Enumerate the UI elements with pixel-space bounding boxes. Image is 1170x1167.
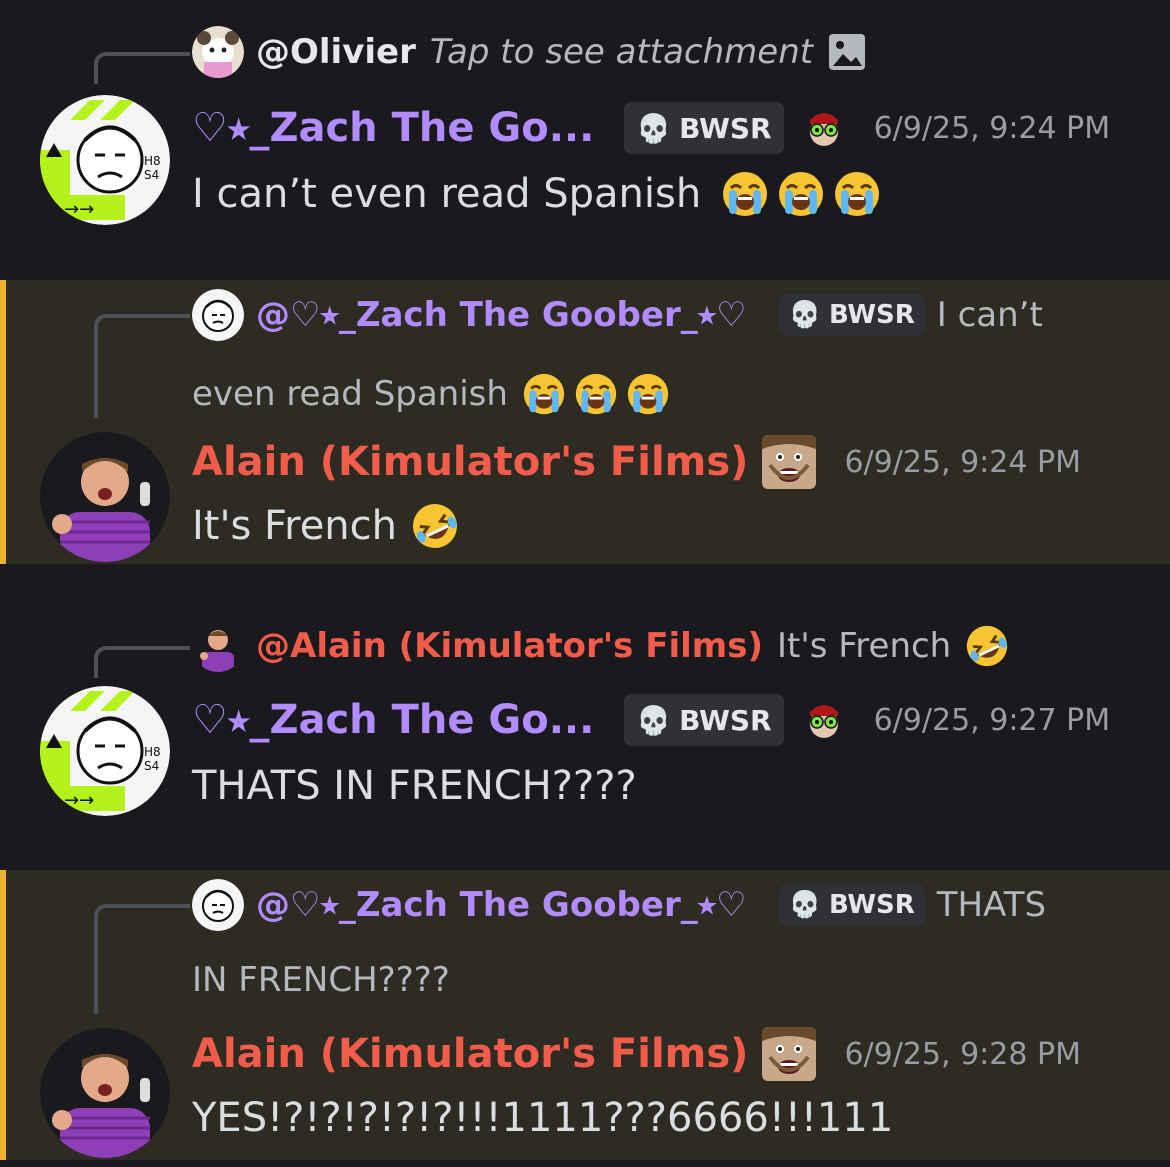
tag-label: BWSR bbox=[828, 300, 915, 330]
timestamp: 6/9/25, 9:27 PM bbox=[873, 702, 1111, 738]
server-tag[interactable]: 💀 BWSR bbox=[778, 884, 925, 926]
role-icon[interactable] bbox=[762, 435, 816, 489]
message-content: I can’t even read Spanish bbox=[192, 166, 881, 222]
zach-mini-avatar[interactable] bbox=[192, 289, 244, 341]
message-content: It's French bbox=[192, 498, 459, 554]
reply-connector bbox=[94, 314, 190, 418]
rofl-icon bbox=[965, 624, 1009, 668]
message-1[interactable]: @Olivier Tap to see attachment ♡⭒_Zach T… bbox=[0, 0, 1170, 280]
crying-emoji-group bbox=[713, 170, 881, 218]
message-text: I can’t even read Spanish bbox=[192, 171, 702, 217]
role-icon[interactable] bbox=[802, 698, 846, 742]
reply-connector bbox=[94, 52, 190, 84]
avatar[interactable] bbox=[40, 686, 170, 816]
reply-text[interactable]: THATS bbox=[937, 885, 1046, 925]
skull-icon: 💀 bbox=[636, 111, 672, 145]
tag-label: BWSR bbox=[679, 111, 772, 145]
reply-author[interactable]: @♡⭒_Zach The Goober_⭒♡ bbox=[256, 885, 747, 925]
loudly-crying-icon bbox=[574, 372, 618, 416]
reply-text-continued[interactable]: even read Spanish bbox=[192, 368, 670, 420]
rofl-icon bbox=[411, 502, 459, 550]
tag-label: BWSR bbox=[679, 703, 772, 737]
reply-preview[interactable]: @♡⭒_Zach The Goober_⭒♡ 💀 BWSR THATS bbox=[192, 879, 1046, 931]
message-header: ♡⭒_Zach The Go... 💀 BWSR 6/9/25, 9:24 PM bbox=[192, 98, 1110, 158]
loudly-crying-icon bbox=[777, 170, 825, 218]
loudly-crying-icon bbox=[522, 372, 566, 416]
reply-author[interactable]: @♡⭒_Zach The Goober_⭒♡ bbox=[256, 295, 747, 335]
reply-preview[interactable]: @♡⭒_Zach The Goober_⭒♡ 💀 BWSR I can’t bbox=[192, 289, 1043, 341]
loudly-crying-icon bbox=[721, 170, 769, 218]
message-2[interactable]: @♡⭒_Zach The Goober_⭒♡ 💀 BWSR I can’t eve… bbox=[0, 280, 1170, 564]
reply-text-continued[interactable]: IN FRENCH???? bbox=[192, 954, 450, 1006]
server-tag[interactable]: 💀 BWSR bbox=[624, 102, 784, 154]
reply-author[interactable]: @Alain (Kimulator's Films) bbox=[256, 626, 763, 666]
zach-mini-avatar[interactable] bbox=[192, 879, 244, 931]
message-text: It's French bbox=[192, 503, 397, 549]
message-text: THATS IN FRENCH???? bbox=[192, 763, 637, 809]
message-content: THATS IN FRENCH???? bbox=[192, 758, 637, 814]
reply-author[interactable]: @Olivier bbox=[256, 32, 416, 72]
image-icon bbox=[827, 32, 867, 72]
server-tag[interactable]: 💀 BWSR bbox=[624, 694, 784, 746]
message-text: YES!?!?!?!?!?!!!1111???6666!!!111 bbox=[192, 1095, 894, 1141]
timestamp: 6/9/25, 9:28 PM bbox=[844, 1036, 1081, 1072]
avatar[interactable] bbox=[40, 95, 170, 225]
timestamp: 6/9/25, 9:24 PM bbox=[873, 110, 1111, 146]
role-icon[interactable] bbox=[762, 1027, 816, 1081]
avatar[interactable] bbox=[40, 1028, 170, 1158]
reply-connector bbox=[94, 646, 190, 678]
reply-connector bbox=[94, 904, 190, 1014]
skull-icon: 💀 bbox=[788, 300, 821, 330]
skull-icon: 💀 bbox=[788, 890, 821, 920]
alain-mini-avatar[interactable] bbox=[192, 620, 244, 672]
timestamp: 6/9/25, 9:24 PM bbox=[844, 444, 1081, 480]
avatar[interactable] bbox=[40, 432, 170, 562]
reply-text[interactable]: It's French bbox=[777, 626, 951, 666]
author-name[interactable]: Alain (Kimulator's Films) bbox=[192, 1031, 748, 1077]
reply-text[interactable]: Tap to see attachment bbox=[430, 32, 813, 72]
olivier-avatar[interactable] bbox=[192, 26, 244, 78]
author-name[interactable]: ♡⭒_Zach The Go... bbox=[192, 105, 594, 151]
skull-icon: 💀 bbox=[636, 703, 672, 737]
reply-preview[interactable]: @Olivier Tap to see attachment bbox=[192, 26, 867, 78]
author-name[interactable]: Alain (Kimulator's Films) bbox=[192, 439, 748, 485]
message-4[interactable]: @♡⭒_Zach The Goober_⭒♡ 💀 BWSR THATS IN FR… bbox=[0, 870, 1170, 1160]
loudly-crying-icon bbox=[626, 372, 670, 416]
author-name[interactable]: ♡⭒_Zach The Go... bbox=[192, 697, 594, 743]
message-content: YES!?!?!?!?!?!!!1111???6666!!!111 bbox=[192, 1090, 893, 1146]
reply-text: IN FRENCH???? bbox=[192, 960, 450, 1000]
reply-text[interactable]: I can’t bbox=[937, 295, 1043, 335]
message-header: Alain (Kimulator's Films) 6/9/25, 9:28 P… bbox=[192, 1024, 1081, 1084]
role-icon[interactable] bbox=[802, 106, 846, 150]
crying-emoji-group bbox=[514, 372, 670, 416]
loudly-crying-icon bbox=[833, 170, 881, 218]
reply-preview[interactable]: @Alain (Kimulator's Films) It's French bbox=[192, 620, 1009, 672]
message-3[interactable]: @Alain (Kimulator's Films) It's French ♡… bbox=[0, 564, 1170, 870]
tag-label: BWSR bbox=[828, 890, 915, 920]
reply-text: even read Spanish bbox=[192, 374, 508, 414]
message-header: ♡⭒_Zach The Go... 💀 BWSR 6/9/25, 9:27 PM bbox=[192, 690, 1110, 750]
server-tag[interactable]: 💀 BWSR bbox=[778, 294, 925, 336]
message-header: Alain (Kimulator's Films) 6/9/25, 9:24 P… bbox=[192, 432, 1081, 492]
